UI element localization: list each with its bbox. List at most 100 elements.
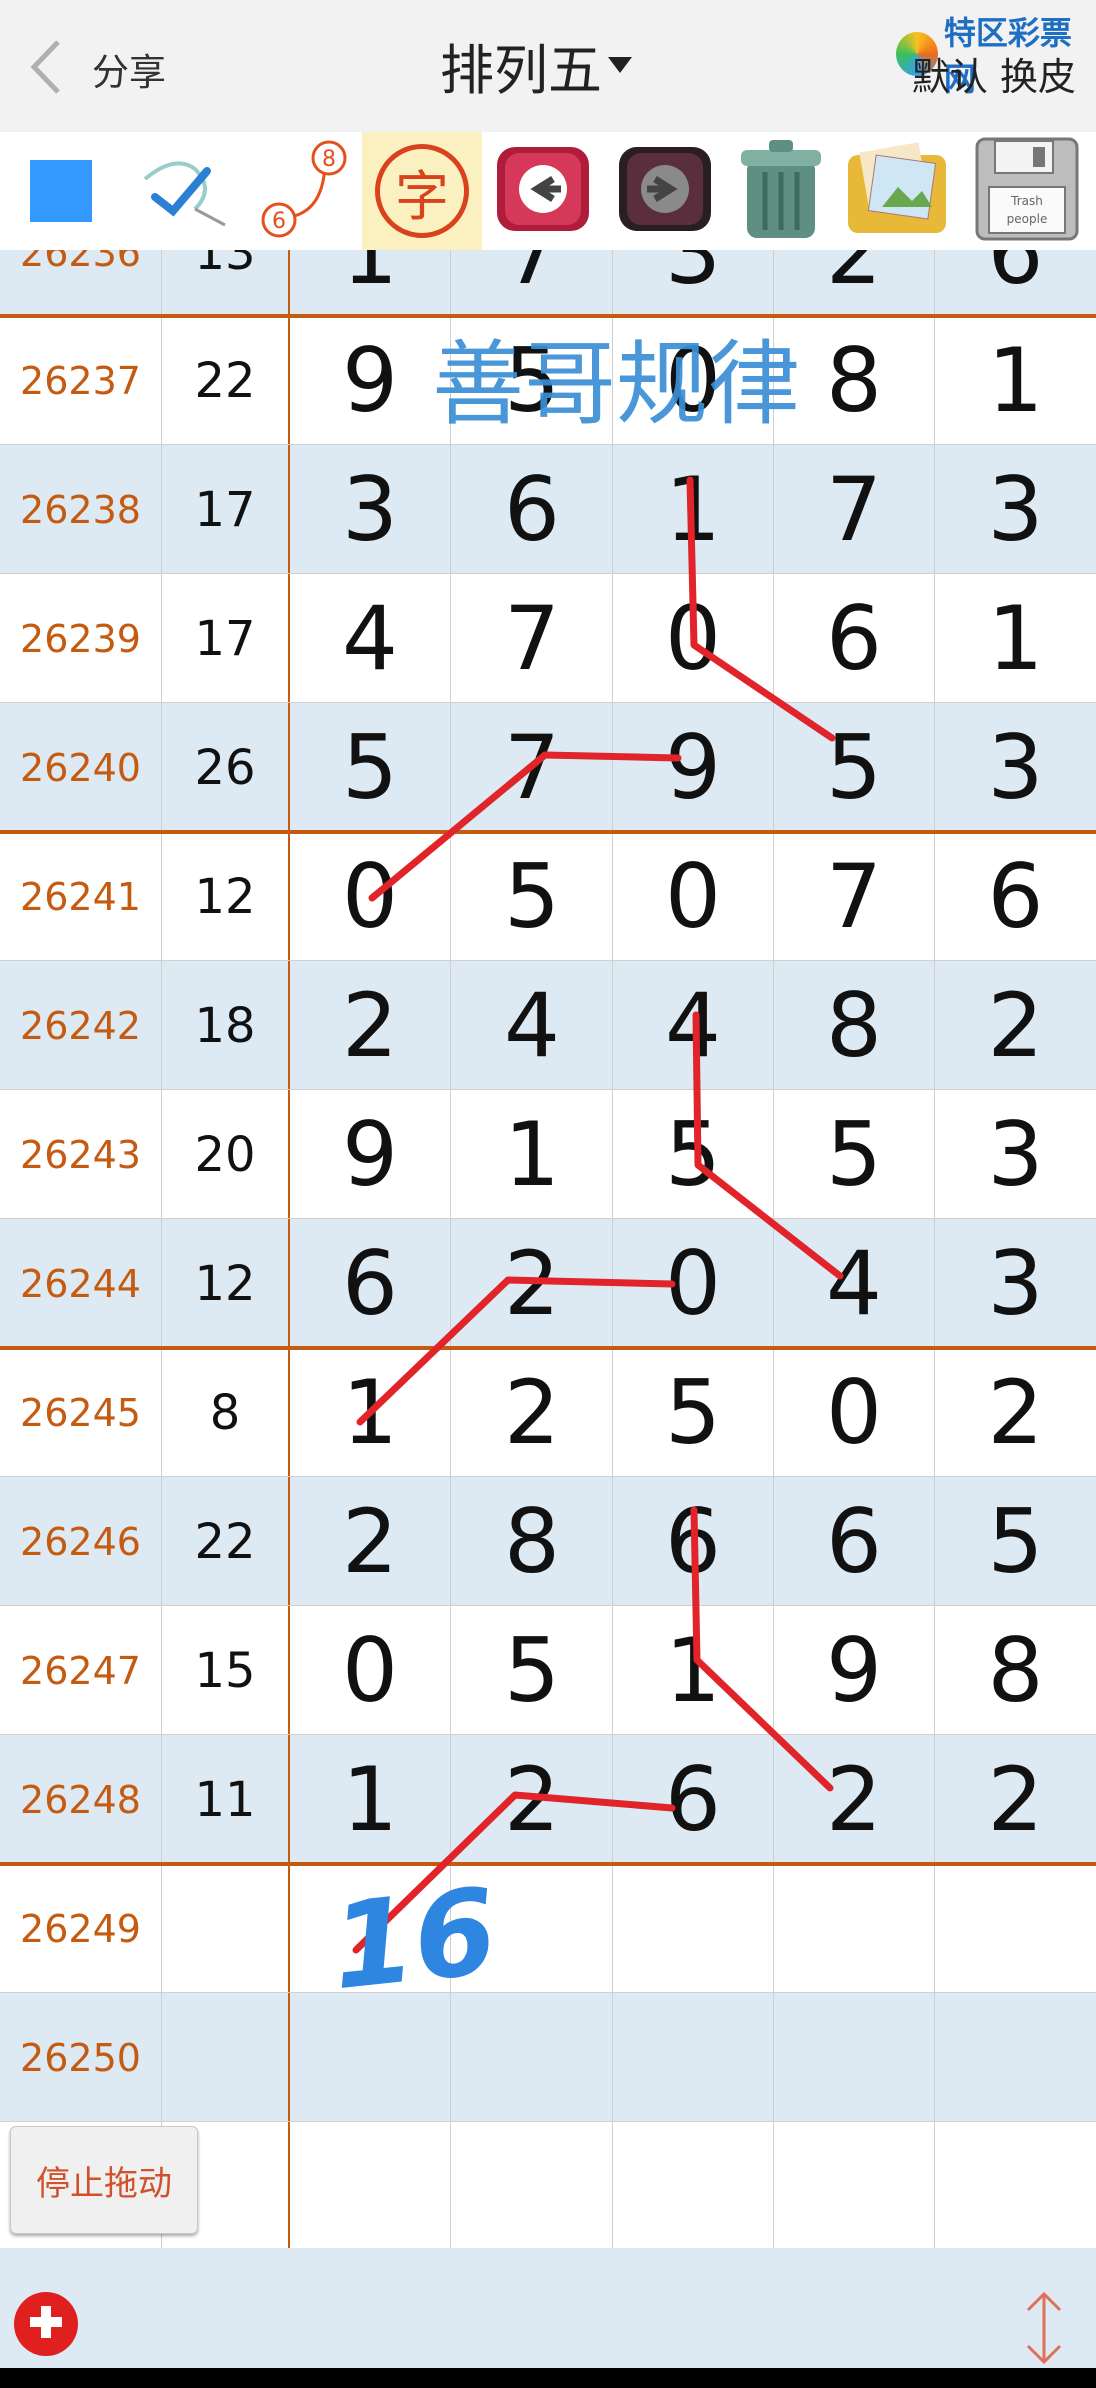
digit-cell-5[interactable] [935, 1993, 1096, 2122]
connect-tool-button[interactable]: 8 6 [248, 132, 358, 250]
digit-cell-4[interactable]: 0 [774, 1348, 935, 1477]
digit-cell-3[interactable]: 0 [613, 316, 774, 445]
digit-cell-1[interactable]: 1 [290, 250, 451, 317]
digit-cell-3[interactable]: 0 [613, 1219, 774, 1348]
digit-cell-5[interactable]: 8 [935, 1606, 1096, 1735]
table-row[interactable]: 26247 15 0 5 1 9 8 [0, 1606, 1096, 1735]
table-row[interactable]: 26249 [0, 1864, 1096, 1993]
digit-cell-3[interactable]: 5 [613, 1348, 774, 1477]
digit-cell-3[interactable]: 1 [613, 445, 774, 574]
table-row[interactable]: 26244 12 6 2 0 4 3 [0, 1219, 1096, 1348]
color-picker-button[interactable] [6, 132, 116, 250]
digit-cell-3[interactable]: 0 [613, 574, 774, 703]
digit-cell-4[interactable]: 9 [774, 1606, 935, 1735]
digit-cell-1[interactable]: 1 [290, 1735, 451, 1864]
digit-cell-2[interactable]: 5 [452, 316, 613, 445]
digit-cell-2[interactable]: 1 [452, 1090, 613, 1219]
digit-cell-1[interactable]: 3 [290, 445, 451, 574]
digit-cell-4[interactable]: 2 [774, 250, 935, 317]
digit-cell-3[interactable] [613, 1993, 774, 2122]
digit-cell-5[interactable]: 5 [935, 1477, 1096, 1606]
change-skin-button[interactable]: 默认 换皮 [912, 46, 1076, 101]
table-row[interactable]: 26237 22 9 5 0 8 1 [0, 316, 1096, 445]
digit-cell-3[interactable]: 6 [613, 1477, 774, 1606]
digit-cell-1[interactable]: 5 [290, 703, 451, 832]
digit-cell-1[interactable]: 4 [290, 574, 451, 703]
digit-cell-5[interactable]: 1 [935, 316, 1096, 445]
digit-cell-4[interactable]: 6 [774, 574, 935, 703]
digit-cell-4[interactable]: 6 [774, 1477, 935, 1606]
results-grid[interactable]: 26236 13 1 7 3 2 6 26237 22 9 5 0 8 1 26238 17 3 6 1 7 3 2623… [0, 250, 1096, 2248]
add-button[interactable] [14, 2292, 78, 2356]
digit-cell-4[interactable] [774, 1993, 935, 2122]
digit-cell-2[interactable]: 8 [452, 1477, 613, 1606]
table-row[interactable]: 26245 8 1 2 5 0 2 [0, 1348, 1096, 1477]
digit-cell-1[interactable]: 1 [290, 1348, 451, 1477]
digit-cell-5[interactable] [935, 1864, 1096, 1993]
pen-tool-button[interactable] [130, 132, 240, 250]
digit-cell-3[interactable]: 0 [613, 832, 774, 961]
table-row[interactable]: 26239 17 4 7 0 6 1 [0, 574, 1096, 703]
digit-cell-2[interactable]: 7 [452, 703, 613, 832]
table-row[interactable]: 26238 17 3 6 1 7 3 [0, 445, 1096, 574]
digit-cell-2[interactable]: 7 [452, 250, 613, 317]
digit-cell-5[interactable]: 6 [935, 832, 1096, 961]
digit-cell-3[interactable]: 9 [613, 703, 774, 832]
stop-drag-button[interactable]: 停止拖动 [10, 2126, 198, 2234]
digit-cell-4[interactable]: 4 [774, 1219, 935, 1348]
digit-cell-3[interactable]: 4 [613, 961, 774, 1090]
digit-cell-5[interactable]: 2 [935, 1348, 1096, 1477]
digit-cell-2[interactable]: 2 [452, 1348, 613, 1477]
digit-cell-2[interactable] [452, 1864, 613, 1993]
digit-cell-3[interactable]: 1 [613, 1606, 774, 1735]
digit-cell-3[interactable]: 6 [613, 1735, 774, 1864]
scroll-toggle-button[interactable] [1022, 2288, 1066, 2368]
digit-cell-4[interactable] [774, 2122, 935, 2248]
digit-cell-5[interactable]: 2 [935, 961, 1096, 1090]
digit-cell-2[interactable]: 4 [452, 961, 613, 1090]
table-row[interactable]: 26243 20 9 1 5 5 3 [0, 1090, 1096, 1219]
save-button[interactable]: Trash people [964, 132, 1090, 250]
digit-cell-3[interactable]: 3 [613, 250, 774, 317]
digit-cell-2[interactable] [452, 1993, 613, 2122]
digit-cell-4[interactable]: 7 [774, 832, 935, 961]
undo-button[interactable] [488, 132, 598, 250]
digit-cell-5[interactable] [935, 2122, 1096, 2248]
digit-cell-2[interactable]: 5 [452, 832, 613, 961]
digit-cell-1[interactable]: 2 [290, 961, 451, 1090]
digit-cell-4[interactable]: 8 [774, 316, 935, 445]
digit-cell-2[interactable] [452, 2122, 613, 2248]
digit-cell-1[interactable]: 9 [290, 1090, 451, 1219]
digit-cell-3[interactable] [613, 2122, 774, 2248]
digit-cell-2[interactable]: 2 [452, 1735, 613, 1864]
table-row[interactable]: 26242 18 2 4 4 8 2 [0, 961, 1096, 1090]
digit-cell-5[interactable]: 1 [935, 574, 1096, 703]
digit-cell-2[interactable]: 7 [452, 574, 613, 703]
digit-cell-1[interactable]: 0 [290, 1606, 451, 1735]
digit-cell-4[interactable] [774, 1864, 935, 1993]
digit-cell-5[interactable]: 3 [935, 1090, 1096, 1219]
digit-cell-1[interactable] [290, 1993, 451, 2122]
table-row[interactable]: 26240 26 5 7 9 5 3 [0, 703, 1096, 832]
table-row-partial[interactable]: 26236 13 1 7 3 2 6 [0, 250, 1096, 317]
digit-cell-5[interactable]: 2 [935, 1735, 1096, 1864]
digit-cell-5[interactable]: 3 [935, 445, 1096, 574]
digit-cell-5[interactable]: 3 [935, 1219, 1096, 1348]
digit-cell-3[interactable]: 5 [613, 1090, 774, 1219]
digit-cell-5[interactable]: 3 [935, 703, 1096, 832]
redo-button[interactable] [610, 132, 720, 250]
digit-cell-1[interactable]: 0 [290, 832, 451, 961]
trash-button[interactable] [726, 132, 836, 250]
digit-cell-1[interactable] [290, 1864, 451, 1993]
digit-cell-1[interactable] [290, 2122, 451, 2248]
digit-cell-2[interactable]: 6 [452, 445, 613, 574]
digit-cell-1[interactable]: 9 [290, 316, 451, 445]
text-tool-button[interactable]: 字 [362, 132, 482, 250]
table-row[interactable]: 26241 12 0 5 0 7 6 [0, 832, 1096, 961]
digit-cell-2[interactable]: 2 [452, 1219, 613, 1348]
digit-cell-4[interactable]: 5 [774, 703, 935, 832]
lottery-title-dropdown[interactable]: 排列五 [440, 30, 632, 102]
images-button[interactable] [842, 132, 952, 250]
back-share-button[interactable]: 分享 [28, 38, 178, 100]
digit-cell-5[interactable]: 6 [935, 250, 1096, 317]
